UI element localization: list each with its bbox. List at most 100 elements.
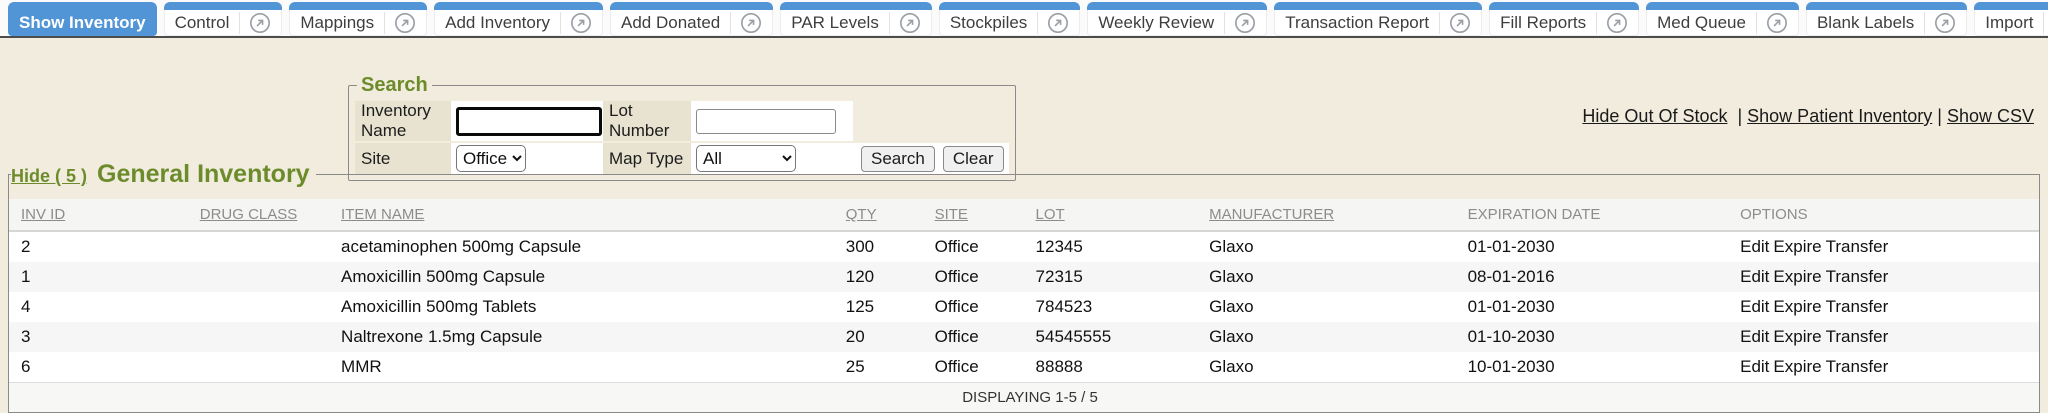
tab-blank-labels[interactable]: Blank Labels <box>1806 2 1967 36</box>
open-in-new-window-icon[interactable] <box>1606 12 1628 34</box>
header-row: INV ID DRUG CLASS ITEM NAME QTY SITE LOT MANUF… <box>9 199 2039 231</box>
open-in-new-window-icon[interactable] <box>740 12 762 34</box>
option-link-expire[interactable]: Expire <box>1773 267 1821 286</box>
link-show-patient-inventory[interactable]: Show Patient Inventory <box>1747 106 1932 126</box>
tab-label: PAR Levels <box>791 13 879 33</box>
tab-divider <box>730 12 731 34</box>
tab-top-strip <box>164 2 283 10</box>
cell-item-name: Amoxicillin 500mg Tablets <box>337 292 842 322</box>
option-link-transfer[interactable]: Transfer <box>1826 237 1889 256</box>
inventory-name-input[interactable] <box>456 107 602 136</box>
tab-label: Import <box>1985 13 2033 33</box>
links-separator: | <box>1732 106 1742 126</box>
sort-link-site[interactable]: SITE <box>935 206 968 223</box>
sort-link-drug-class[interactable]: DRUG CLASS <box>200 206 298 223</box>
cell-options: EditExpire Transfer <box>1736 352 2039 383</box>
open-in-new-window-icon[interactable] <box>1234 12 1256 34</box>
column-header-drug-class[interactable]: DRUG CLASS <box>196 199 337 231</box>
cell-manufacturer: Glaxo <box>1205 262 1463 292</box>
cell-lot: 12345 <box>1032 231 1206 262</box>
column-header-manufacturer[interactable]: MANUFACTURER <box>1205 199 1463 231</box>
option-link-edit[interactable]: Edit <box>1740 357 1769 376</box>
option-link-edit[interactable]: Edit <box>1740 327 1769 346</box>
search-legend: Search <box>357 74 432 97</box>
cell-expiration-date: 10-01-2030 <box>1464 352 1737 383</box>
column-header-item-name[interactable]: ITEM NAME <box>337 199 842 231</box>
option-link-edit[interactable]: Edit <box>1740 297 1769 316</box>
lot-number-input[interactable] <box>696 109 836 134</box>
tab-import[interactable]: Import <box>1974 2 2048 36</box>
tab-top-strip <box>1806 2 1967 10</box>
inventory-table-head: INV ID DRUG CLASS ITEM NAME QTY SITE LOT MANUF… <box>9 199 2039 231</box>
sort-link-lot[interactable]: LOT <box>1036 206 1065 223</box>
sort-link-inv-id[interactable]: INV ID <box>21 206 65 223</box>
option-link-transfer[interactable]: Transfer <box>1826 327 1889 346</box>
tab-transaction-report[interactable]: Transaction Report <box>1274 2 1482 36</box>
tab-label: Add Inventory <box>445 13 550 33</box>
option-link-transfer[interactable]: Transfer <box>1826 267 1889 286</box>
column-header-inv-id[interactable]: INV ID <box>9 199 196 231</box>
cell-manufacturer: Glaxo <box>1205 231 1463 262</box>
tab-stockpiles[interactable]: Stockpiles <box>939 2 1080 36</box>
link-show-csv[interactable]: Show CSV <box>1947 106 2034 126</box>
inventory-table-foot: DISPLAYING 1-5 / 5 <box>9 383 2039 413</box>
cell-inv-id: 1 <box>9 262 196 292</box>
tab-divider <box>1924 12 1925 34</box>
tab-body: Control <box>164 10 283 36</box>
column-header-qty[interactable]: QTY <box>842 199 931 231</box>
table-row: 4Amoxicillin 500mg Tablets125Office78452… <box>9 292 2039 322</box>
open-in-new-window-icon[interactable] <box>570 12 592 34</box>
cell-drug-class <box>196 352 337 383</box>
cell-manufacturer: Glaxo <box>1205 352 1463 383</box>
tab-top-strip <box>610 2 773 10</box>
inventory-title: General Inventory <box>97 160 310 189</box>
column-header-options: OPTIONS <box>1736 199 2039 231</box>
open-in-new-window-icon[interactable] <box>1047 12 1069 34</box>
tab-show-inventory[interactable]: Show Inventory <box>8 2 157 36</box>
open-in-new-window-icon[interactable] <box>1934 12 1956 34</box>
open-in-new-window-icon[interactable] <box>899 12 921 34</box>
tab-label: Show Inventory <box>19 13 146 33</box>
tab-med-queue[interactable]: Med Queue <box>1646 2 1799 36</box>
tab-par-levels[interactable]: PAR Levels <box>780 2 932 36</box>
tab-top-strip <box>8 2 157 10</box>
option-link-expire[interactable]: Expire <box>1773 237 1821 256</box>
cell-inv-id: 6 <box>9 352 196 383</box>
cell-inv-id: 2 <box>9 231 196 262</box>
inventory-panel: Hide ( 5 ) General Inventory INV ID DRUG … <box>8 160 2040 413</box>
link-hide-out-of-stock[interactable]: Hide Out Of Stock <box>1582 106 1727 126</box>
option-link-edit[interactable]: Edit <box>1740 237 1769 256</box>
lot-number-label: Lot Number <box>603 101 691 141</box>
tab-label: Blank Labels <box>1817 13 1914 33</box>
column-header-expiration-date: EXPIRATION DATE <box>1464 199 1737 231</box>
cell-options: EditExpire Transfer <box>1736 231 2039 262</box>
option-link-transfer[interactable]: Transfer <box>1826 297 1889 316</box>
footer-row: DISPLAYING 1-5 / 5 <box>9 383 2039 413</box>
tab-body: PAR Levels <box>780 10 932 36</box>
tab-mappings[interactable]: Mappings <box>289 2 427 36</box>
option-link-expire[interactable]: Expire <box>1773 297 1821 316</box>
option-link-edit[interactable]: Edit <box>1740 267 1769 286</box>
open-in-new-window-icon[interactable] <box>394 12 416 34</box>
tab-add-inventory[interactable]: Add Inventory <box>434 2 603 36</box>
open-in-new-window-icon[interactable] <box>249 12 271 34</box>
column-header-site[interactable]: SITE <box>931 199 1032 231</box>
cell-expiration-date: 01-01-2030 <box>1464 292 1737 322</box>
tab-fill-reports[interactable]: Fill Reports <box>1489 2 1639 36</box>
sort-link-qty[interactable]: QTY <box>846 206 877 223</box>
sort-link-item-name[interactable]: ITEM NAME <box>341 206 424 223</box>
open-in-new-window-icon[interactable] <box>1766 12 1788 34</box>
option-link-expire[interactable]: Expire <box>1773 357 1821 376</box>
search-row1-spacer <box>853 101 1009 141</box>
column-header-lot[interactable]: LOT <box>1032 199 1206 231</box>
tab-add-donated[interactable]: Add Donated <box>610 2 773 36</box>
option-link-expire[interactable]: Expire <box>1773 327 1821 346</box>
tab-top-strip <box>289 2 427 10</box>
sort-link-manufacturer[interactable]: MANUFACTURER <box>1209 206 1334 223</box>
cell-inv-id: 3 <box>9 322 196 352</box>
open-in-new-window-icon[interactable] <box>1449 12 1471 34</box>
tab-weekly-review[interactable]: Weekly Review <box>1087 2 1267 36</box>
tab-control[interactable]: Control <box>164 2 283 36</box>
hide-count-link[interactable]: Hide ( 5 ) <box>11 166 87 187</box>
option-link-transfer[interactable]: Transfer <box>1826 357 1889 376</box>
